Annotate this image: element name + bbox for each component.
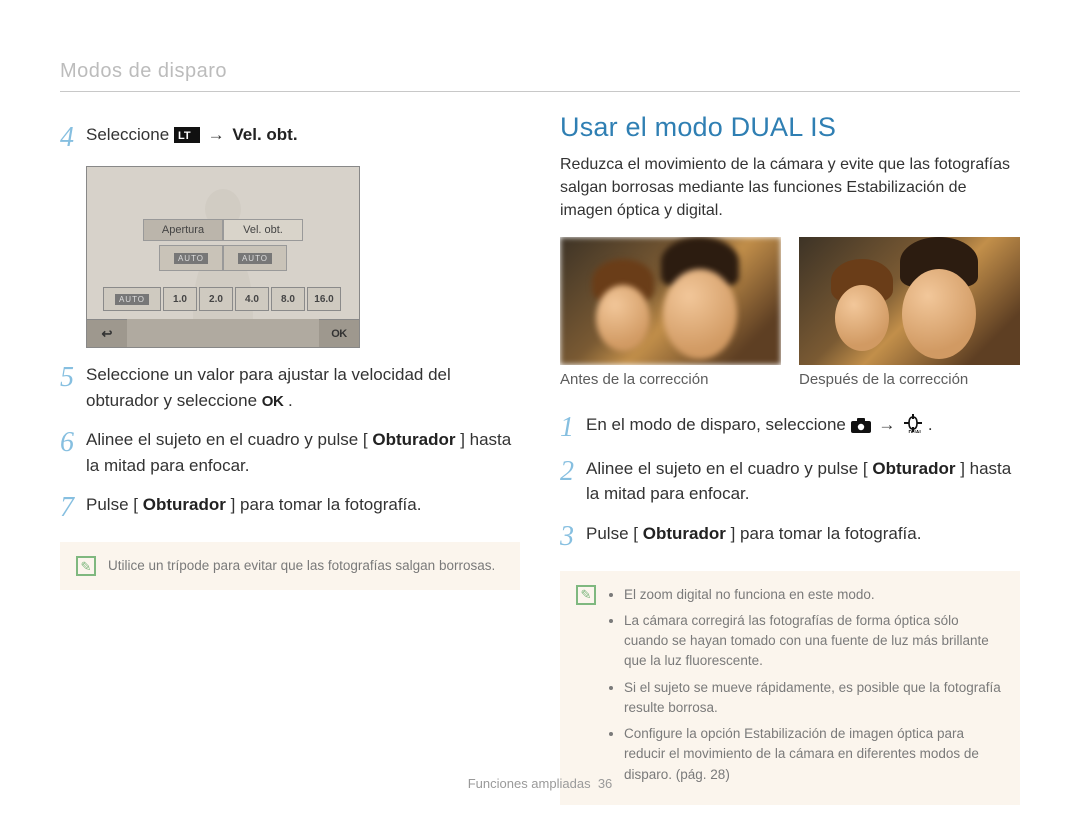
step-number: 5 <box>60 364 86 392</box>
lcd-back-button[interactable]: ↩ <box>87 319 127 347</box>
step7-text-a: Pulse [ <box>86 495 138 514</box>
step-text: Pulse [ Obturador ] para tomar la fotogr… <box>586 521 921 547</box>
step3-text-a: Pulse [ <box>586 524 638 543</box>
ok-icon: OK <box>262 391 284 414</box>
tip-item: Si el sujeto se mueve rápidamente, es po… <box>624 678 1004 719</box>
lcd-aperture-value: AUTO <box>159 245 223 271</box>
lcd-shutter-value: AUTO <box>223 245 287 271</box>
step-number: 1 <box>560 414 586 442</box>
lcd-scale-auto-left[interactable]: AUTO <box>103 287 161 311</box>
step-5: 5 Seleccione un valor para ajustar la ve… <box>60 362 520 413</box>
step-text: Seleccione LT → Vel. obt. <box>86 122 298 148</box>
step6-text-a: Alinee el sujeto en el cuadro y pulse [ <box>86 430 368 449</box>
auto-badge-icon: AUTO <box>238 253 272 264</box>
dual-is-icon: DUAL <box>903 413 923 433</box>
step-7: 7 Pulse [ Obturador ] para tomar la foto… <box>60 492 520 522</box>
step6-bold: Obturador <box>372 430 455 449</box>
left-column: 4 Seleccione LT → Vel. obt. <box>60 112 520 805</box>
lcd-scale-val[interactable]: 4.0 <box>235 287 269 311</box>
comparison-row: Antes de la corrección Después de la cor… <box>560 237 1020 388</box>
step1-text-b: . <box>928 415 933 434</box>
step2-bold: Obturador <box>872 459 955 478</box>
tip-box: ✎ Utilice un trípode para evitar que las… <box>60 542 520 590</box>
svg-text:DUAL: DUAL <box>909 430 923 433</box>
step-number: 6 <box>60 429 86 457</box>
lcd-tab-aperture[interactable]: Apertura <box>143 219 223 241</box>
step-text: Alinee el sujeto en el cuadro y pulse [ … <box>86 427 520 478</box>
breadcrumb: Modos de disparo <box>60 60 1020 83</box>
camera-lcd-preview: Apertura Vel. obt. AUTO AUTO AUTO 1.0 2.… <box>86 166 360 348</box>
step3-bold: Obturador <box>643 524 726 543</box>
step-number: 2 <box>560 458 586 486</box>
footer-section: Funciones ampliadas <box>468 776 591 791</box>
lcd-tab-shutter-speed[interactable]: Vel. obt. <box>223 219 303 241</box>
step2-text-a: Alinee el sujeto en el cuadro y pulse [ <box>586 459 868 478</box>
step4-prefix: Seleccione <box>86 125 174 144</box>
note-icon: ✎ <box>576 585 596 605</box>
step-text: Pulse [ Obturador ] para tomar la fotogr… <box>86 492 421 518</box>
tip-item: El zoom digital no funciona en este modo… <box>624 585 1004 605</box>
dual-step-3: 3 Pulse [ Obturador ] para tomar la foto… <box>560 521 1020 551</box>
step7-bold: Obturador <box>143 495 226 514</box>
step-number: 4 <box>60 124 86 152</box>
step-text: Alinee el sujeto en el cuadro y pulse [ … <box>586 456 1020 507</box>
step4-target: Vel. obt. <box>232 125 297 144</box>
tip-text: Utilice un trípode para evitar que las f… <box>108 556 495 576</box>
camera-icon <box>851 418 871 433</box>
right-column: Usar el modo DUAL IS Reduzca el movimien… <box>560 112 1020 805</box>
step1-text-a: En el modo de disparo, seleccione <box>586 415 851 434</box>
step7-text-b: ] para tomar la fotografía. <box>231 495 422 514</box>
breadcrumb-divider <box>60 91 1020 92</box>
caption-before: Antes de la corrección <box>560 371 781 388</box>
tip-box: ✎ El zoom digital no funciona en este mo… <box>560 571 1020 805</box>
photo-after <box>799 237 1020 365</box>
dual-step-1: 1 En el modo de disparo, seleccione → <box>560 412 1020 442</box>
note-icon: ✎ <box>76 556 96 576</box>
step-number: 7 <box>60 494 86 522</box>
arrow-icon: → <box>878 415 900 434</box>
lt-icon: LT <box>174 127 200 143</box>
step-4: 4 Seleccione LT → Vel. obt. <box>60 122 520 152</box>
footer-page: 36 <box>598 776 612 791</box>
step-text: Seleccione un valor para ajustar la velo… <box>86 362 520 413</box>
step-6: 6 Alinee el sujeto en el cuadro y pulse … <box>60 427 520 478</box>
photo-before <box>560 237 781 365</box>
step3-text-b: ] para tomar la fotografía. <box>731 524 922 543</box>
lcd-scale-val[interactable]: 2.0 <box>199 287 233 311</box>
lcd-scale[interactable]: AUTO 1.0 2.0 4.0 8.0 16.0 <box>103 285 343 313</box>
tip-list: El zoom digital no funciona en este modo… <box>608 585 1004 791</box>
svg-text:LT: LT <box>178 130 191 142</box>
auto-badge-icon: AUTO <box>115 294 149 305</box>
tip-item: La cámara corregirá las fotografías de f… <box>624 611 1004 672</box>
step-number: 3 <box>560 523 586 551</box>
arrow-icon: → <box>208 125 230 144</box>
lcd-scale-val[interactable]: 16.0 <box>307 287 341 311</box>
lcd-scale-val[interactable]: 8.0 <box>271 287 305 311</box>
page-footer: Funciones ampliadas 36 <box>0 776 1080 791</box>
step-text: En el modo de disparo, seleccione → <box>586 412 933 438</box>
auto-badge-icon: AUTO <box>174 253 208 264</box>
caption-after: Después de la corrección <box>799 371 1020 388</box>
lcd-ok-button[interactable]: OK <box>319 319 359 347</box>
section-intro: Reduzca el movimiento de la cámara y evi… <box>560 153 1020 223</box>
section-heading: Usar el modo DUAL IS <box>560 112 1020 143</box>
lcd-scale-val[interactable]: 1.0 <box>163 287 197 311</box>
step5-text-b: . <box>288 391 293 410</box>
dual-step-2: 2 Alinee el sujeto en el cuadro y pulse … <box>560 456 1020 507</box>
